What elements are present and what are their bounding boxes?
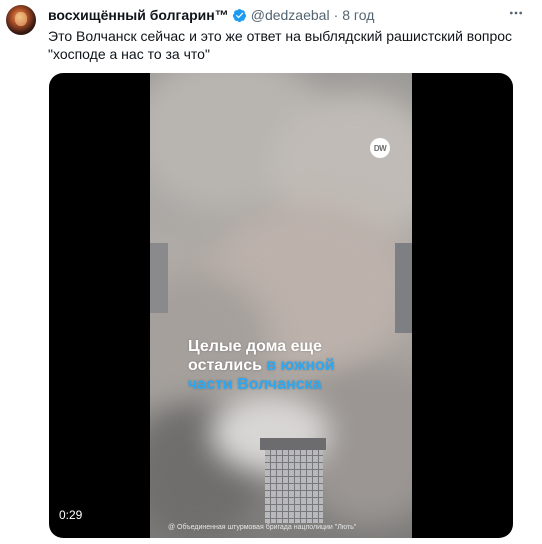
tweet-header: восхищённый болгарин™ @dedzaebal · 8 год [48,6,374,24]
tweet-text-line-2: "хосподе а нас то за что" [48,46,210,62]
tweet[interactable]: восхищённый болгарин™ @dedzaebal · 8 год… [0,0,542,544]
caption-line-2-white: остались [188,357,267,374]
tweet-text-line-1: Это Волчанск сейчас и это же ответ на вы… [48,28,513,44]
avatar[interactable] [6,5,36,35]
tweet-text: Это Волчанск сейчас и это же ответ на вы… [48,27,518,63]
timestamp[interactable]: 8 год [342,7,374,23]
author-handle[interactable]: @dedzaebal [251,7,330,23]
caption-line-2: остались в южной [188,356,335,375]
caption-line-2-blue: в южной [266,357,335,374]
building [395,243,412,333]
video-frame: DW Целые дома еще остались в южной части… [150,73,412,538]
video-caption: Целые дома еще остались в южной части Во… [188,337,335,394]
more-horizontal-icon[interactable] [508,5,524,26]
building [150,243,168,313]
verified-badge-icon [232,8,246,23]
building-roof [260,438,326,450]
dw-logo-icon: DW [370,138,390,158]
video-credit: @ Объединенная штурмовая бригада нацполи… [168,524,357,531]
caption-line-3: части Волчанска [188,376,322,393]
video-player[interactable]: DW Целые дома еще остались в южной части… [49,73,513,538]
caption-line-1: Целые дома еще [188,338,322,355]
building [265,448,323,523]
author-name[interactable]: восхищённый болгарин™ [48,7,229,23]
video-duration: 0:29 [59,508,83,522]
separator-dot: · [333,7,339,23]
